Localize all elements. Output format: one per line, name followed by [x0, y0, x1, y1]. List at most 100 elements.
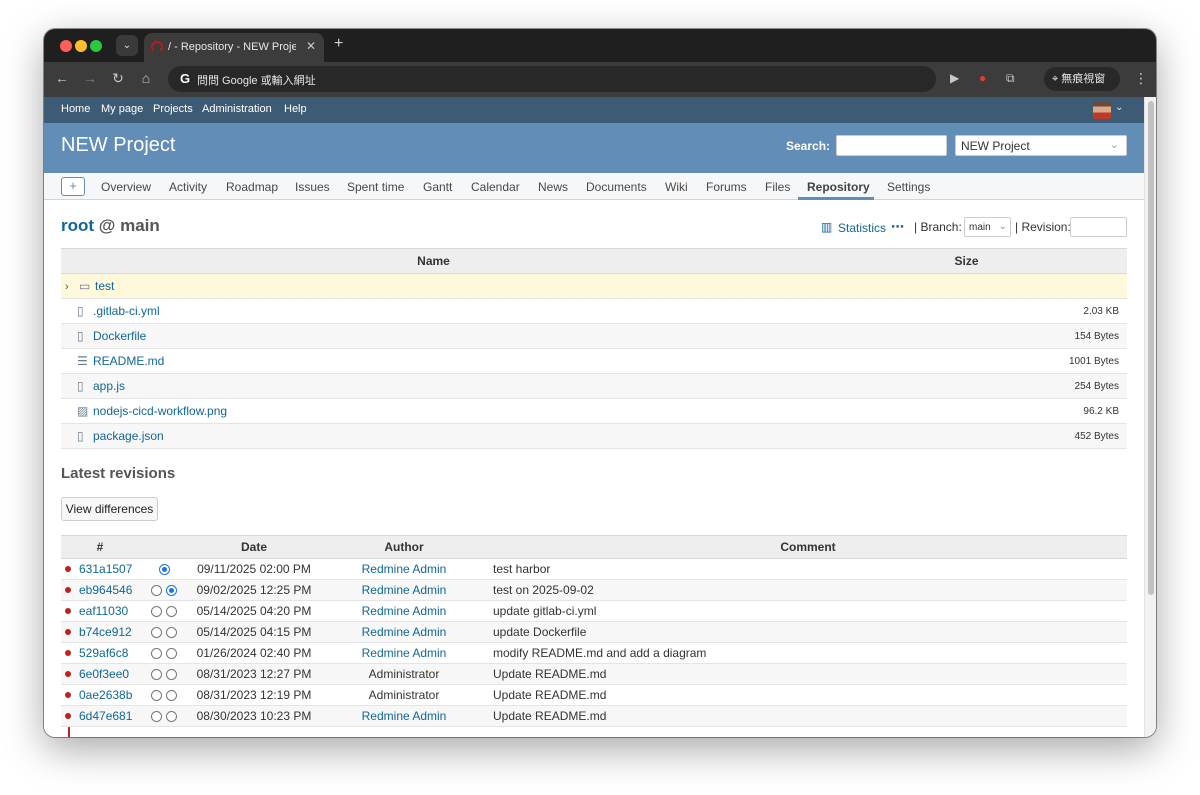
tab-wiki[interactable]: Wiki	[665, 180, 688, 194]
revision-from-radio[interactable]	[151, 711, 163, 723]
column-header-author: Author	[319, 535, 489, 559]
revision-input[interactable]	[1070, 217, 1127, 237]
topmenu-administration[interactable]: Administration	[202, 103, 272, 115]
extensions-puzzle-icon[interactable]: ⧉	[1006, 71, 1015, 86]
search-input[interactable]	[836, 135, 947, 156]
revision-link[interactable]: 529af6c8	[79, 646, 128, 660]
table-row: eb964546 09/02/2025 12:25 PM Redmine Admi…	[61, 579, 1127, 601]
entry-link[interactable]: nodejs-cicd-workflow.png	[93, 404, 227, 418]
forward-arrow-icon[interactable]: →	[81, 70, 99, 86]
revision-comment: Update README.md	[489, 705, 1127, 727]
revision-graph-dot	[65, 629, 71, 635]
tab-calendar[interactable]: Calendar	[471, 180, 520, 194]
tab-overview[interactable]: Overview	[101, 180, 151, 194]
topmenu-my-page[interactable]: My page	[101, 103, 143, 115]
tab-files[interactable]: Files	[765, 180, 790, 194]
revision-from-radio[interactable]	[151, 690, 163, 702]
revision-to-radio[interactable]	[165, 627, 177, 639]
revision-link[interactable]: 6d47e681	[79, 709, 132, 723]
chevron-right-icon[interactable]: ›	[65, 281, 79, 293]
tab-activity[interactable]: Activity	[169, 180, 207, 194]
revision-author-link[interactable]: Redmine Admin	[362, 709, 447, 723]
tab-issues[interactable]: Issues	[295, 180, 330, 194]
close-tab-icon[interactable]: ✕	[306, 39, 316, 53]
entry-link[interactable]: README.md	[93, 354, 164, 368]
reload-icon[interactable]: ↻	[109, 70, 127, 87]
tab-documents[interactable]: Documents	[586, 180, 647, 194]
repository-root-link[interactable]: root	[61, 216, 94, 235]
revision-from-radio[interactable]	[151, 669, 163, 681]
revision-from-radio[interactable]	[151, 585, 163, 597]
extension-record-icon[interactable]: ●	[979, 71, 986, 85]
revision-link[interactable]: 6e0f3ee0	[79, 667, 129, 681]
entry-link[interactable]: Dockerfile	[93, 329, 146, 343]
project-jump-select[interactable]: NEW Project ⌄	[955, 135, 1127, 156]
topmenu-help[interactable]: Help	[284, 103, 307, 115]
entry-link[interactable]: test	[95, 279, 114, 293]
user-avatar[interactable]	[1093, 101, 1111, 119]
close-window-button[interactable]	[60, 40, 72, 52]
tab-forums[interactable]: Forums	[706, 180, 747, 194]
revision-link[interactable]: 0ae2638b	[79, 688, 132, 702]
revision-author-link[interactable]: Redmine Admin	[362, 646, 447, 660]
incognito-badge[interactable]: ⌖ 無痕視窗	[1044, 67, 1120, 91]
scrollbar-thumb[interactable]	[1148, 101, 1154, 595]
tab-search-chevron-icon[interactable]: ⌄	[116, 35, 138, 56]
revision-author-link[interactable]: Redmine Admin	[362, 562, 447, 576]
more-actions-icon[interactable]: ⋯	[891, 219, 904, 235]
browser-menu-icon[interactable]: ⋮	[1134, 70, 1148, 87]
revision-author-link[interactable]: Redmine Admin	[362, 604, 447, 618]
entry-link[interactable]: package.json	[93, 429, 164, 443]
entry-size: 452 Bytes	[806, 423, 1127, 449]
new-object-button[interactable]: +	[61, 177, 85, 196]
revision-to-radio[interactable]	[165, 648, 177, 660]
revision-from-radio[interactable]	[151, 627, 163, 639]
revision-from-radio[interactable]	[151, 606, 163, 618]
revision-date: 08/31/2023 12:27 PM	[189, 663, 319, 685]
home-icon[interactable]: ⌂	[137, 70, 155, 86]
page-scrollbar[interactable]	[1144, 97, 1156, 737]
back-arrow-icon[interactable]: ←	[53, 70, 71, 86]
tab-repository[interactable]: Repository	[807, 180, 870, 194]
revision-graph-dot	[65, 608, 71, 614]
revision-link[interactable]: 631a1507	[79, 562, 132, 576]
tab-settings[interactable]: Settings	[887, 180, 930, 194]
topmenu-home[interactable]: Home	[61, 103, 90, 115]
address-bar[interactable]: G 問問 Google 或輸入網址	[168, 66, 936, 92]
revision-author-link[interactable]: Redmine Admin	[362, 583, 447, 597]
revision-to-radio[interactable]	[165, 711, 177, 723]
new-tab-button[interactable]: +	[334, 35, 343, 53]
statistics-chart-icon[interactable]: ▥	[821, 220, 832, 234]
branch-select[interactable]: main ⌄	[964, 217, 1011, 237]
revision-to-radio[interactable]	[165, 606, 177, 618]
tab-news[interactable]: News	[538, 180, 568, 194]
browser-tab[interactable]: / - Repository - NEW Project - Redmine ✕	[144, 33, 324, 62]
extension-media-icon[interactable]: ▶	[950, 71, 959, 85]
revisions-table: # Date Author Comment 631a1507 09/11/202…	[61, 535, 1127, 727]
column-header-comment: Comment	[489, 535, 1127, 559]
view-differences-button[interactable]: View differences	[61, 497, 158, 521]
tab-roadmap[interactable]: Roadmap	[226, 180, 278, 194]
minimize-window-button[interactable]	[75, 40, 87, 52]
statistics-link[interactable]: Statistics	[838, 221, 886, 235]
revision-link[interactable]: eaf11030	[79, 604, 128, 618]
zoom-window-button[interactable]	[90, 40, 102, 52]
chevron-down-icon: ⌄	[1109, 139, 1119, 151]
revision-to-radio[interactable]	[165, 585, 177, 597]
column-header-date: Date	[189, 535, 319, 559]
tab-spent-time[interactable]: Spent time	[347, 180, 404, 194]
entry-size: 2.03 KB	[806, 298, 1127, 324]
entry-link[interactable]: app.js	[93, 379, 125, 393]
chevron-down-icon[interactable]: ⌄	[1115, 102, 1123, 113]
revision-to-radio[interactable]	[165, 669, 177, 681]
revision-to-radio[interactable]	[165, 690, 177, 702]
revision-author-link[interactable]: Redmine Admin	[362, 625, 447, 639]
project-title: NEW Project	[61, 134, 176, 156]
topmenu-projects[interactable]: Projects	[153, 103, 193, 115]
revision-to-radio[interactable]	[158, 564, 170, 576]
revision-link[interactable]: eb964546	[79, 583, 132, 597]
entry-link[interactable]: .gitlab-ci.yml	[93, 304, 160, 318]
revision-link[interactable]: b74ce912	[79, 625, 132, 639]
revision-from-radio[interactable]	[151, 648, 163, 660]
tab-gantt[interactable]: Gantt	[423, 180, 452, 194]
